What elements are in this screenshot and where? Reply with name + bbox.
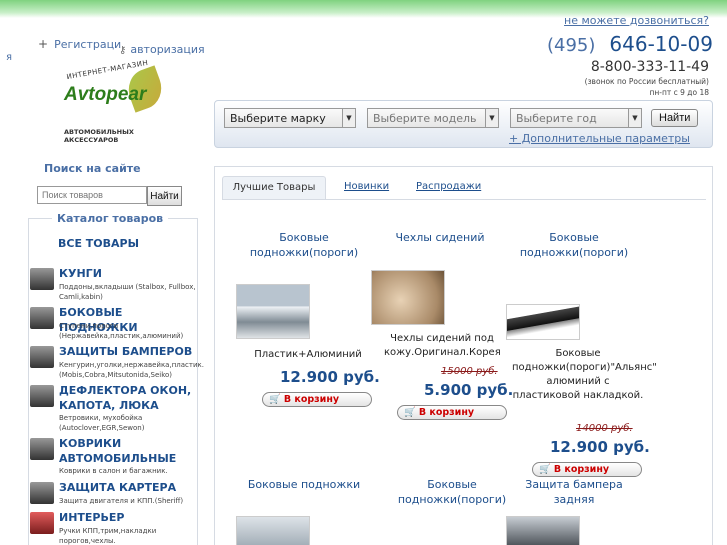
year-select-value: Выберите год [516,112,597,125]
main-phone: (495) 646-10-09 [547,32,713,56]
chevron-down-icon: ▼ [485,109,498,127]
add-to-cart-button[interactable]: 🛒 В корзину [262,392,372,407]
search-button[interactable]: Найти [147,186,182,206]
product-title[interactable]: Боковые подножки(пороги) [508,230,640,260]
car-mat-icon [30,438,54,460]
catalog-item-desc: Защита двигателя и КПП.(Sheriff) [59,497,184,505]
model-select[interactable]: Выберите модель ▼ [367,108,499,128]
catalog-item-desc: Ветровики, мухобойка (Autoclover,EGR,Sew… [59,414,145,432]
free-phone: 8-800-333-11-49 [590,59,709,75]
site-logo[interactable]: ИНТЕРНЕТ-МАГАЗИН Avtopear АВТОМОБИЛЬНЫХ … [60,59,170,144]
car-filter-bar: Выберите марку ▼ Выберите модель ▼ Выбер… [214,100,713,148]
cart-label: В корзину [283,394,340,405]
product-title[interactable]: Боковые подножки(пороги) [236,230,372,260]
filter-find-button[interactable]: Найти [651,109,699,127]
more-params-link[interactable]: + Дополнительные параметры [509,132,690,145]
product-desc: Чехлы сидений под кожу.Оригинал.Корея [384,333,501,358]
brand-select-value: Выберите марку [230,112,326,125]
auth-link[interactable]: ⚷ авторизация [119,43,205,56]
catalog-item-title: ЗАЩИТЫ БАМПЕРОВ [59,345,193,358]
call-problem-link[interactable]: не можете дозвониться? [564,14,709,27]
key-icon: ⚷ [119,45,127,56]
deflector-icon [30,385,54,407]
catalog-item-title: ЗАЩИТА КАРТЕРА [59,481,177,494]
catalog-title: Каталог товаров [52,212,169,225]
catalog-item-desc: Кенгурин,уголки,нержавейка,пластик. (Mob… [59,361,204,379]
catalog-item-title: ИНТЕРЬЕР [59,511,125,524]
free-phone-note: (звонок по России бесплатный) [584,77,709,86]
product-image[interactable] [236,284,310,339]
cart-label: В корзину [418,407,475,418]
catalog-item-desc: Коврики в салон и багажник. [59,467,168,475]
truck-cap-icon [30,268,54,290]
search-input[interactable] [37,186,147,204]
product-price: 5.900 руб. [424,381,514,399]
product-image[interactable] [506,516,580,545]
product-image[interactable] [236,516,310,545]
add-to-cart-button[interactable]: 🛒 В корзину [532,462,642,477]
product-price: 12.900 руб. [280,368,380,386]
phone-code: (495) [547,35,596,56]
product-image[interactable] [371,270,445,325]
crankcase-guard-icon [30,482,54,504]
phone-number: 646-10-09 [609,32,713,56]
logo-name: Avtopear [64,84,147,105]
register-label: Регистраци [54,38,122,51]
brand-select[interactable]: Выберите марку ▼ [224,108,356,128]
catalog-item-desc: Ручки КПП,трим,накладки порогов,чехлы. [59,527,157,545]
product-image[interactable] [506,304,580,340]
register-link[interactable]: + Регистраци [38,37,121,51]
auth-label: авторизация [130,43,205,56]
register-tail[interactable]: я [6,52,12,63]
cart-icon: 🛒 [404,407,416,418]
cart-label: В корзину [553,464,610,475]
side-step-icon [30,307,54,329]
product-title[interactable]: Защита бампера задняя [506,477,642,507]
chevron-down-icon: ▼ [628,109,641,127]
product-desc: Боковые подножки(пороги)"Альянс" алюмини… [512,348,657,401]
tab-best[interactable]: Лучшие Товары [222,176,326,200]
catalog-item-desc: Поддоны,вкладыши (Stalbox, Fullbox, Caml… [59,283,196,301]
product-title[interactable]: Чехлы сидений [384,230,496,245]
plus-icon: + [38,37,49,51]
product-old-price: 14000 руб. [576,423,633,434]
chevron-down-icon: ▼ [342,109,355,127]
catalog-item-title: КОВРИКИ АВТОМОБИЛЬНЫЕ [59,437,177,465]
tab-underline [222,199,706,200]
add-to-cart-button[interactable]: 🛒 В корзину [397,405,507,420]
model-select-value: Выберите модель [373,112,477,125]
tab-new[interactable]: Новинки [344,176,389,200]
product-title[interactable]: Боковые подножки [236,477,372,492]
work-hours: пн-пт с 9 до 18 [649,88,709,97]
cart-icon: 🛒 [539,464,551,475]
product-title[interactable]: Боковые подножки(пороги) [384,477,520,507]
product-old-price: 15000 руб. [441,366,498,377]
year-select[interactable]: Выберите год ▼ [510,108,642,128]
tab-sale[interactable]: Распродажи [416,176,481,200]
catalog-item-title: ДЕФЛЕКТОРА ОКОН, КАПОТА, ЛЮКА [59,384,192,412]
product-desc: Пластик+Алюминий [254,349,362,360]
catalog-all-link[interactable]: ВСЕ ТОВАРЫ [58,237,139,250]
product-price: 12.900 руб. [550,438,650,456]
catalog-item-desc: Ступени,пороги (Нержавейка,пластик,алюми… [59,322,184,340]
search-title: Поиск на сайте [44,162,141,175]
cart-icon: 🛒 [269,394,281,405]
catalog-item-title: КУНГИ [59,267,102,280]
logo-subtitle: АВТОМОБИЛЬНЫХ АКСЕССУАРОВ [64,128,134,144]
bumper-guard-icon [30,346,54,368]
interior-icon [30,512,54,534]
